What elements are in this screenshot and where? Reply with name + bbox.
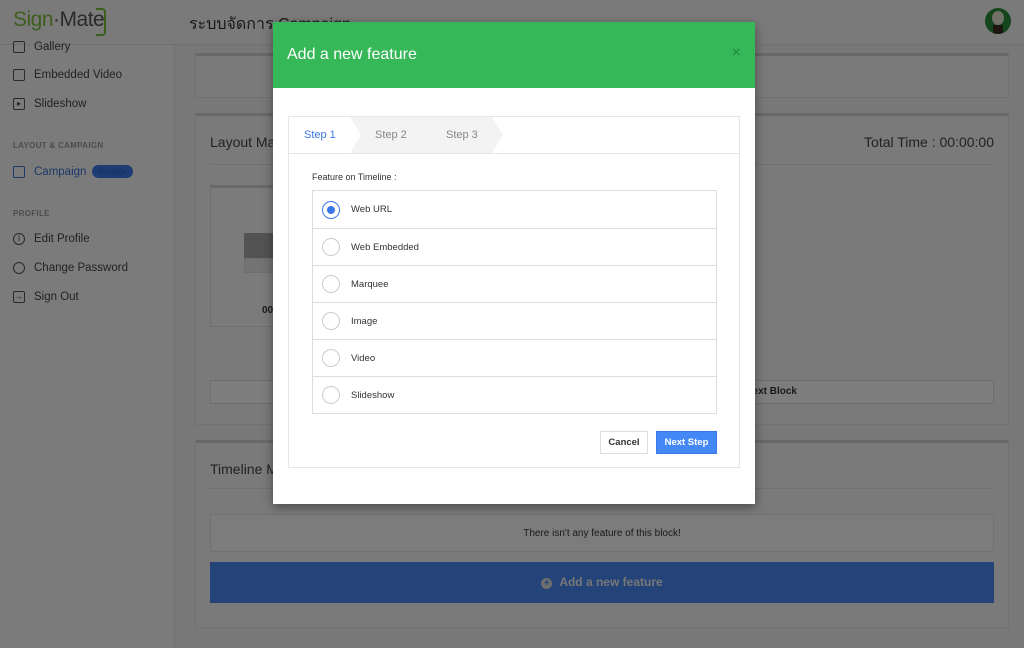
tab-step-2[interactable]: Step 2: [350, 117, 432, 153]
next-step-button[interactable]: Next Step: [656, 431, 717, 454]
wizard: Step 3 Step 2 Step 1 Feature on Timeline…: [288, 116, 740, 468]
radio[interactable]: [322, 312, 340, 330]
radio-checked[interactable]: [322, 200, 340, 219]
option-video[interactable]: Video: [313, 339, 716, 376]
option-web-embedded[interactable]: Web Embedded: [313, 228, 716, 265]
radio[interactable]: [322, 238, 340, 256]
radio[interactable]: [322, 386, 340, 404]
close-icon[interactable]: ×: [732, 44, 741, 62]
wizard-steps: Step 3 Step 2 Step 1: [289, 117, 739, 154]
feature-label: Feature on Timeline :: [312, 172, 397, 182]
modal-title: Add a new feature: [287, 46, 417, 63]
feature-options: Web URL Web Embedded Marquee Image Video…: [312, 190, 717, 414]
radio[interactable]: [322, 349, 340, 367]
cancel-button[interactable]: Cancel: [600, 431, 648, 454]
add-feature-modal: Add a new feature × Step 3 Step 2 Step 1…: [273, 22, 755, 504]
radio[interactable]: [322, 275, 340, 293]
option-web-url[interactable]: Web URL: [313, 191, 716, 228]
option-image[interactable]: Image: [313, 302, 716, 339]
option-slideshow[interactable]: Slideshow: [313, 376, 716, 413]
modal-header: Add a new feature ×: [273, 22, 755, 88]
option-marquee[interactable]: Marquee: [313, 265, 716, 302]
tab-step-3[interactable]: Step 3: [421, 117, 503, 153]
tab-step-1[interactable]: Step 1: [289, 117, 361, 153]
